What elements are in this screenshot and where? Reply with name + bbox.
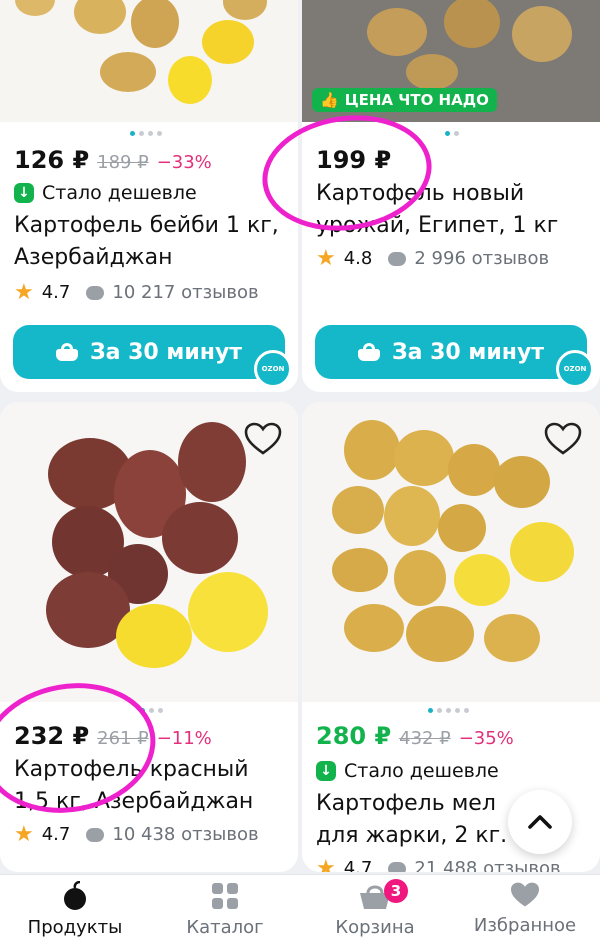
price: 280 ₽ <box>316 722 392 750</box>
reviews-count: 10 438 отзывов <box>112 824 259 845</box>
bottom-nav: Продукты Каталог Корзина 3 Избранное <box>0 874 600 939</box>
scroll-up-button[interactable] <box>508 790 572 854</box>
star-icon: ★ <box>316 855 336 872</box>
nav-favorites-label: Избранное <box>473 915 577 936</box>
reviews-count: 10 217 отзывов <box>112 282 259 303</box>
nav-catalog-label: Каталог <box>186 917 264 938</box>
delivery-button-label: За 30 минут <box>391 339 545 365</box>
star-icon: ★ <box>316 245 336 271</box>
potato-baby-image <box>15 0 267 104</box>
review-bubble-icon <box>388 251 407 266</box>
cheaper-label: Стало дешевле <box>344 760 499 782</box>
cheaper-badge: ↓ Стало дешевле <box>316 760 499 782</box>
nav-favorites[interactable]: Избранное <box>450 881 600 936</box>
promo-badge: 👍 ЦЕНА ЧТО НАДО <box>312 88 497 112</box>
reviews-count: 2 996 отзывов <box>414 248 550 269</box>
delivery-button[interactable]: За 30 минут <box>13 325 285 379</box>
basket-icon <box>357 343 380 361</box>
rating-row: ★ 4.7 10 438 отзывов <box>14 821 259 847</box>
cheaper-check-icon: ↓ <box>14 183 34 203</box>
rating-row: ★ 4.7 21 488 отзывов <box>316 855 561 872</box>
image-pager-dots <box>445 131 459 136</box>
ozon-logo: OZON <box>254 350 292 388</box>
rating-value: 4.7 <box>343 858 373 872</box>
rating-value: 4.7 <box>41 824 71 845</box>
image-pager-dots <box>428 708 469 713</box>
nav-cart-label: Корзина <box>335 917 415 938</box>
heart-icon[interactable] <box>544 422 582 456</box>
star-icon: ★ <box>14 821 34 847</box>
nav-products[interactable]: Продукты <box>0 881 150 938</box>
ozon-logo: OZON <box>556 350 594 388</box>
discount: −35% <box>458 728 514 749</box>
cheaper-check-icon: ↓ <box>316 761 336 781</box>
nav-cart[interactable]: Корзина <box>300 881 450 938</box>
thumb-up-icon: 👍 <box>320 91 339 109</box>
rating-value: 4.8 <box>343 248 373 269</box>
catalog-icon <box>212 883 238 909</box>
favorites-icon <box>511 882 539 907</box>
product-image-1[interactable] <box>0 0 298 122</box>
review-bubble-icon <box>86 827 105 842</box>
products-icon <box>64 881 86 910</box>
star-icon: ★ <box>14 279 34 305</box>
scroll-up-icon <box>528 815 552 829</box>
old-price: 432 ₽ <box>399 728 451 749</box>
price-row: 126 ₽ 189 ₽ −33% <box>14 146 212 174</box>
old-price: 189 ₽ <box>97 152 149 173</box>
cheaper-label: Стало дешевле <box>42 182 197 204</box>
cart-count-badge: 3 <box>384 879 408 903</box>
cheaper-badge: ↓ Стало дешевле <box>14 182 197 204</box>
nav-catalog[interactable]: Каталог <box>150 881 300 938</box>
nav-products-label: Продукты <box>27 917 123 938</box>
review-bubble-icon <box>388 861 407 872</box>
delivery-button-label: За 30 минут <box>89 339 243 365</box>
price: 126 ₽ <box>14 146 90 174</box>
image-pager-dots <box>130 131 162 136</box>
delivery-button[interactable]: За 30 минут <box>315 325 587 379</box>
heart-icon[interactable] <box>244 422 282 456</box>
promo-badge-label: ЦЕНА ЧТО НАДО <box>344 91 489 109</box>
discount: −11% <box>156 728 212 749</box>
product-title[interactable]: Картофель бейби 1 кг, Азербайджан <box>14 210 288 274</box>
product-card-1[interactable]: 126 ₽ 189 ₽ −33% ↓ Стало дешевле Картофе… <box>0 0 298 392</box>
basket-icon <box>55 343 78 361</box>
discount: −33% <box>156 152 212 173</box>
rating-row: ★ 4.7 10 217 отзывов <box>14 279 259 305</box>
reviews-count: 21 488 отзывов <box>414 858 561 872</box>
price-row: 280 ₽ 432 ₽ −35% <box>316 722 514 750</box>
review-bubble-icon <box>86 285 105 300</box>
rating-row: ★ 4.8 2 996 отзывов <box>316 245 550 271</box>
product-title[interactable]: Картофель мел для жарки, 2 кг. <box>316 788 530 852</box>
rating-value: 4.7 <box>41 282 71 303</box>
